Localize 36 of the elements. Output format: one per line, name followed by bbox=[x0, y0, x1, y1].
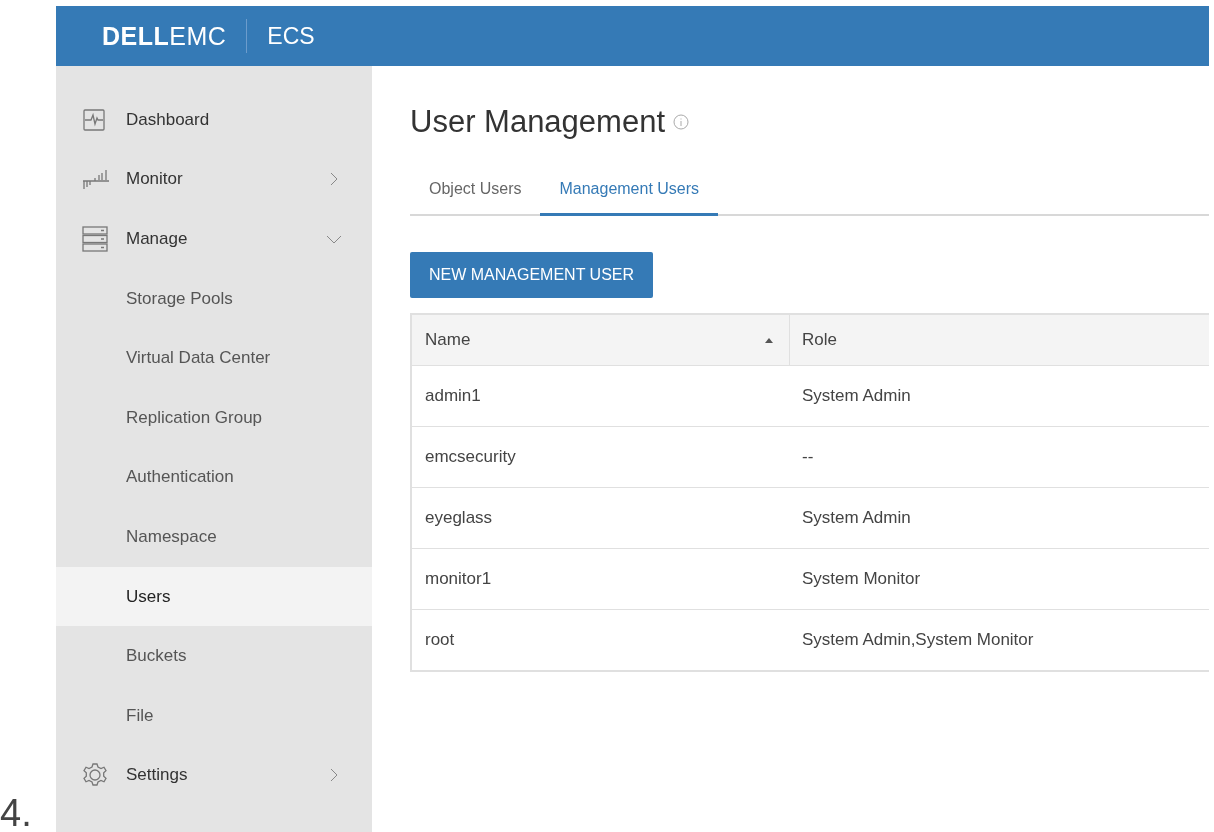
new-user-button[interactable]: NEW MANAGEMENT USER bbox=[410, 252, 654, 298]
nav-subitem[interactable]: Authentication bbox=[56, 447, 372, 508]
nav-subitem[interactable]: Replication Group bbox=[56, 387, 372, 448]
server-icon bbox=[82, 226, 108, 252]
product-name: ECS bbox=[267, 22, 315, 50]
table-cell-text: System Monitor bbox=[801, 569, 922, 589]
nav-subitem[interactable]: Users bbox=[56, 566, 372, 627]
nav-subitem[interactable]: Buckets bbox=[56, 626, 372, 686]
table-cell-text: admin1 bbox=[424, 386, 482, 406]
nav-item[interactable]: Manage bbox=[56, 209, 372, 269]
table-cell-text: System Admin bbox=[801, 386, 912, 406]
table-cell-text: System Admin,System Monitor bbox=[801, 630, 1035, 650]
tab[interactable]: Object Users bbox=[410, 162, 541, 216]
logo: DELLEMC bbox=[102, 21, 227, 51]
tab[interactable]: Management Users bbox=[540, 162, 719, 216]
table-cell-text: eyeglass bbox=[424, 508, 494, 528]
step-number: 4. bbox=[0, 794, 32, 832]
nav-item[interactable]: Settings bbox=[56, 745, 372, 806]
info-icon bbox=[673, 114, 689, 130]
settings-icon bbox=[82, 762, 108, 789]
nav-item[interactable]: Monitor bbox=[56, 149, 372, 210]
column-header[interactable]: Name bbox=[412, 315, 789, 365]
page-title: User Management bbox=[410, 104, 665, 140]
nav-subitem[interactable]: File bbox=[56, 685, 372, 746]
nav-subitem[interactable]: Storage Pools bbox=[56, 268, 372, 329]
nav-subitem[interactable]: Namespace bbox=[56, 507, 372, 567]
table-cell-text: root bbox=[424, 630, 456, 650]
nav-item[interactable]: Dashboard bbox=[56, 90, 372, 150]
pulse-icon bbox=[82, 107, 106, 132]
column-header[interactable]: Role bbox=[789, 315, 1209, 365]
table-cell-text: -- bbox=[801, 447, 815, 467]
table-cell-text: System Admin bbox=[801, 508, 912, 528]
table-cell-text: monitor1 bbox=[424, 569, 493, 589]
nav-subitem[interactable]: Virtual Data Center bbox=[56, 328, 372, 388]
bar-chart-icon bbox=[82, 167, 110, 192]
table-cell-text: emcsecurity bbox=[424, 447, 517, 467]
